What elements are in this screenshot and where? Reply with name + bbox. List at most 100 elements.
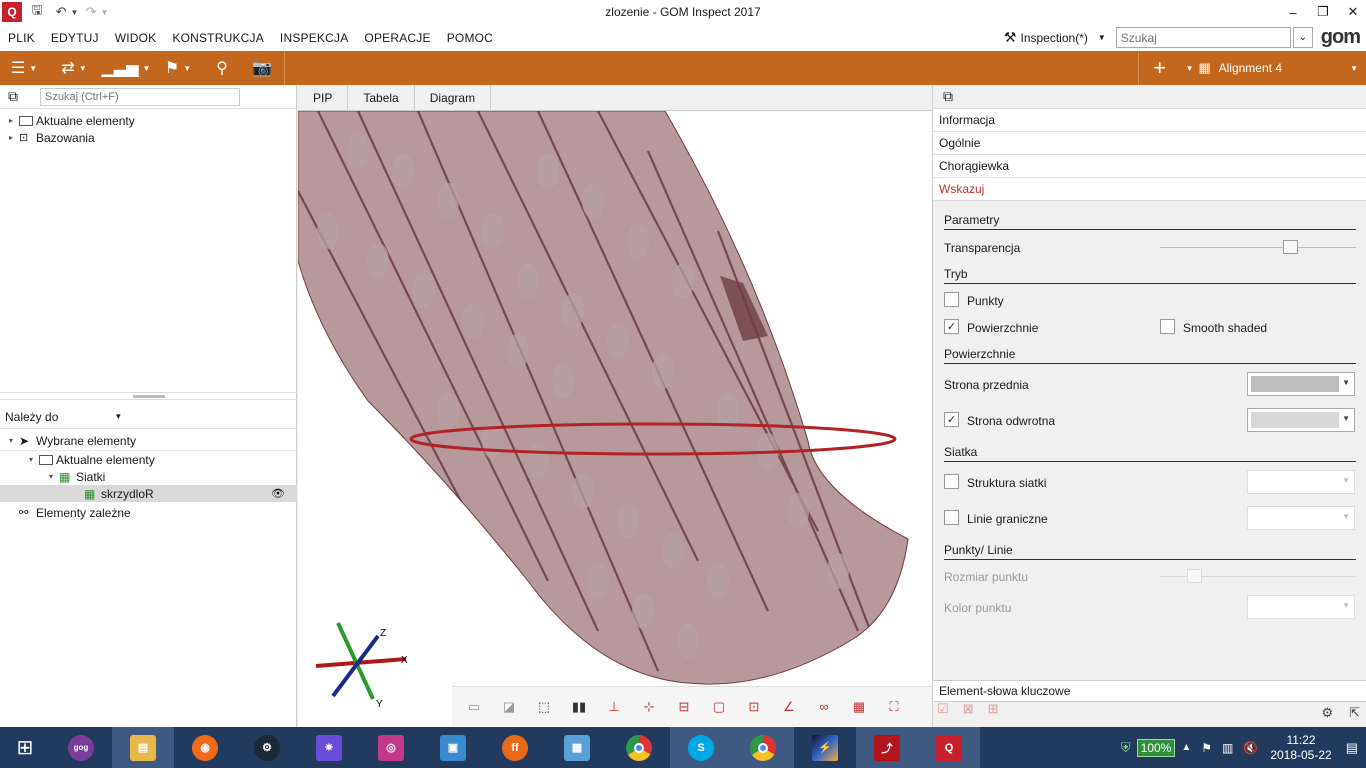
save-icon[interactable]: 🖫 — [22, 0, 52, 24]
tab-diagram[interactable]: Diagram — [415, 85, 492, 111]
hamburger-menu-icon[interactable]: ☰ ▼ — [0, 51, 48, 85]
fit-rect-icon[interactable]: ▢ — [705, 694, 733, 720]
menu-widok[interactable]: WIDOK — [107, 31, 165, 45]
mesh-structure-checkbox[interactable] — [944, 474, 959, 489]
expand-arrow-icon[interactable]: ▸ — [6, 133, 16, 142]
clock[interactable]: 11:22 2018-05-22 — [1270, 733, 1331, 763]
magnifier-icon[interactable]: ⚲ — [204, 51, 240, 85]
points-checkbox[interactable] — [944, 292, 959, 307]
alignment-tool-icon[interactable]: ⇄ ▼ — [48, 51, 100, 85]
calculator-icon[interactable]: ▦ — [546, 727, 608, 768]
security-icon[interactable]: ⛨ — [1121, 740, 1131, 756]
split-view-icon[interactable]: ▮▮ — [565, 694, 593, 720]
alignment-dropdown-icon[interactable]: ▼ — [1286, 51, 1366, 85]
fit-view-icon[interactable]: ⛶ — [880, 694, 908, 720]
explorer-search-input[interactable] — [40, 87, 240, 106]
panel-settings-icon[interactable]: ⚙ — [1321, 705, 1333, 721]
tree-item-meshes[interactable]: ▾ ▦ Siatki — [0, 468, 297, 485]
expand-arrow-icon[interactable]: ▸ — [6, 116, 16, 125]
keyword-check-icon[interactable]: ☑ — [937, 701, 949, 717]
mesh-structure-color-picker[interactable]: ▼ — [1247, 470, 1355, 494]
image-viewer-icon[interactable]: ⚡ — [794, 727, 856, 768]
close-button[interactable]: ✕ — [1338, 0, 1366, 24]
3d-viewport[interactable]: X Y Z — [298, 111, 932, 727]
add-icon[interactable]: + — [1139, 51, 1181, 85]
panel-view-icon[interactable]: ⧉ — [943, 88, 953, 105]
settings-icon[interactable]: ✷ — [298, 727, 360, 768]
keyword-tree-icon[interactable]: ⊞ — [988, 701, 999, 717]
belongs-to-row[interactable]: Należy do ▼ — [0, 405, 297, 429]
camera-icon[interactable]: ◎ — [360, 727, 422, 768]
start-icon[interactable]: ⊞ — [0, 727, 50, 768]
bounding-box-icon[interactable]: ⊡ — [740, 694, 768, 720]
back-color-picker[interactable]: ▼ — [1247, 408, 1355, 432]
battery-indicator[interactable]: 100% — [1136, 738, 1176, 757]
minimize-button[interactable]: – — [1278, 0, 1308, 24]
gom-inspect-icon[interactable]: Q — [918, 727, 980, 768]
tree-item-selected-elements[interactable]: ▾ ➤ Wybrane elementy — [0, 431, 297, 450]
grid-icon[interactable]: ▦ — [845, 694, 873, 720]
view-mode-icon[interactable]: ▭ — [460, 694, 488, 720]
point-size-slider-thumb[interactable] — [1187, 569, 1202, 583]
undo-icon[interactable]: ↶ ▼ — [52, 0, 82, 24]
chrome-icon[interactable] — [608, 727, 670, 768]
redo-icon[interactable]: ↷ ▼ — [82, 0, 112, 24]
surfaces-checkbox[interactable]: ✓ — [944, 319, 959, 334]
menu-inspekcja[interactable]: INSPEKCJA — [272, 31, 357, 45]
section-wskazuj[interactable]: Wskazuj — [933, 178, 1366, 201]
clip-icon[interactable]: ⊟ — [670, 694, 698, 720]
panel-export-icon[interactable]: ⇱ — [1349, 705, 1360, 721]
collapse-arrow-icon[interactable]: ▾ — [46, 472, 56, 481]
gog-icon[interactable]: gog — [50, 727, 112, 768]
chrome-2-icon[interactable] — [732, 727, 794, 768]
maximize-button[interactable]: ❐ — [1308, 0, 1338, 24]
menu-pomoc[interactable]: POMOC — [439, 31, 501, 45]
collapse-arrow-icon[interactable]: ▾ — [6, 436, 16, 445]
gom-app-icon[interactable]: Q — [2, 2, 22, 22]
menu-operacje[interactable]: OPERACJE — [356, 31, 438, 45]
firefox-icon[interactable]: ff — [484, 727, 546, 768]
explorer-view-icon[interactable]: ⧉ — [8, 88, 18, 105]
tab-pip[interactable]: PIP — [298, 85, 349, 111]
tree-item-actual-elements[interactable]: ▸ Aktualne elementy — [0, 112, 296, 129]
tab-tabela[interactable]: Tabela — [348, 85, 415, 111]
section-plane-icon[interactable]: ⊥ — [600, 694, 628, 720]
collapse-arrow-icon[interactable]: ▾ — [26, 455, 36, 464]
select-icon[interactable]: ⬚ — [530, 694, 558, 720]
boundary-lines-color-picker[interactable]: ▼ — [1247, 506, 1355, 530]
global-search-input[interactable] — [1115, 27, 1291, 48]
flag-tool-icon[interactable]: ⚑ ▼ — [152, 51, 204, 85]
tray-expand-icon[interactable]: ▲ — [1181, 742, 1191, 753]
boundary-lines-checkbox[interactable] — [944, 510, 959, 525]
back-side-checkbox[interactable]: ✓ — [944, 412, 959, 427]
skype-icon[interactable]: S — [670, 727, 732, 768]
camera-snapshot-icon[interactable]: 📷 — [240, 51, 284, 85]
origin-icon[interactable]: ◉ — [174, 727, 236, 768]
tree-item-alignments[interactable]: ▸ ⊡ Bazowania — [0, 129, 296, 146]
section-informacja[interactable]: Informacja — [933, 109, 1366, 132]
keywords-section[interactable]: Element-słowa kluczowe — [933, 680, 1366, 702]
search-dropdown-button[interactable]: ⌄ — [1292, 27, 1313, 48]
smooth-shaded-checkbox[interactable] — [1160, 319, 1175, 334]
menu-konstrukcja[interactable]: KONSTRUKCJA — [164, 31, 272, 45]
link-icon[interactable]: ∞ — [810, 694, 838, 720]
panel-splitter[interactable] — [0, 392, 297, 400]
align-icon[interactable]: ⊹ — [635, 694, 663, 720]
tree-item-actual-elements-2[interactable]: ▾ Aktualne elementy — [0, 451, 297, 468]
workspace-selector[interactable]: Inspection(*) — [1020, 31, 1087, 45]
transparency-slider[interactable] — [1160, 247, 1356, 248]
menu-plik[interactable]: PLIK — [0, 31, 43, 45]
control-panel-icon[interactable]: ▣ — [422, 727, 484, 768]
transparency-slider-thumb[interactable] — [1283, 240, 1299, 254]
hide-icon[interactable]: ◪ — [495, 694, 523, 720]
notifications-icon[interactable]: ▤ — [1346, 740, 1358, 756]
alignment-selector[interactable]: Alignment 4 — [1215, 51, 1286, 85]
file-explorer-icon[interactable]: ▤ — [112, 727, 174, 768]
steam-icon[interactable]: ⚙ — [236, 727, 298, 768]
add-dropdown-icon[interactable]: ▼ — [1181, 51, 1195, 85]
flag-icon[interactable]: ⚑ — [1201, 741, 1212, 755]
chevron-down-icon[interactable]: ▼ — [1098, 33, 1106, 42]
keyword-remove-icon[interactable]: ⊠ — [963, 701, 974, 717]
acrobat-icon[interactable]: ⤴ — [856, 727, 918, 768]
angle-icon[interactable]: ∠ — [775, 694, 803, 720]
